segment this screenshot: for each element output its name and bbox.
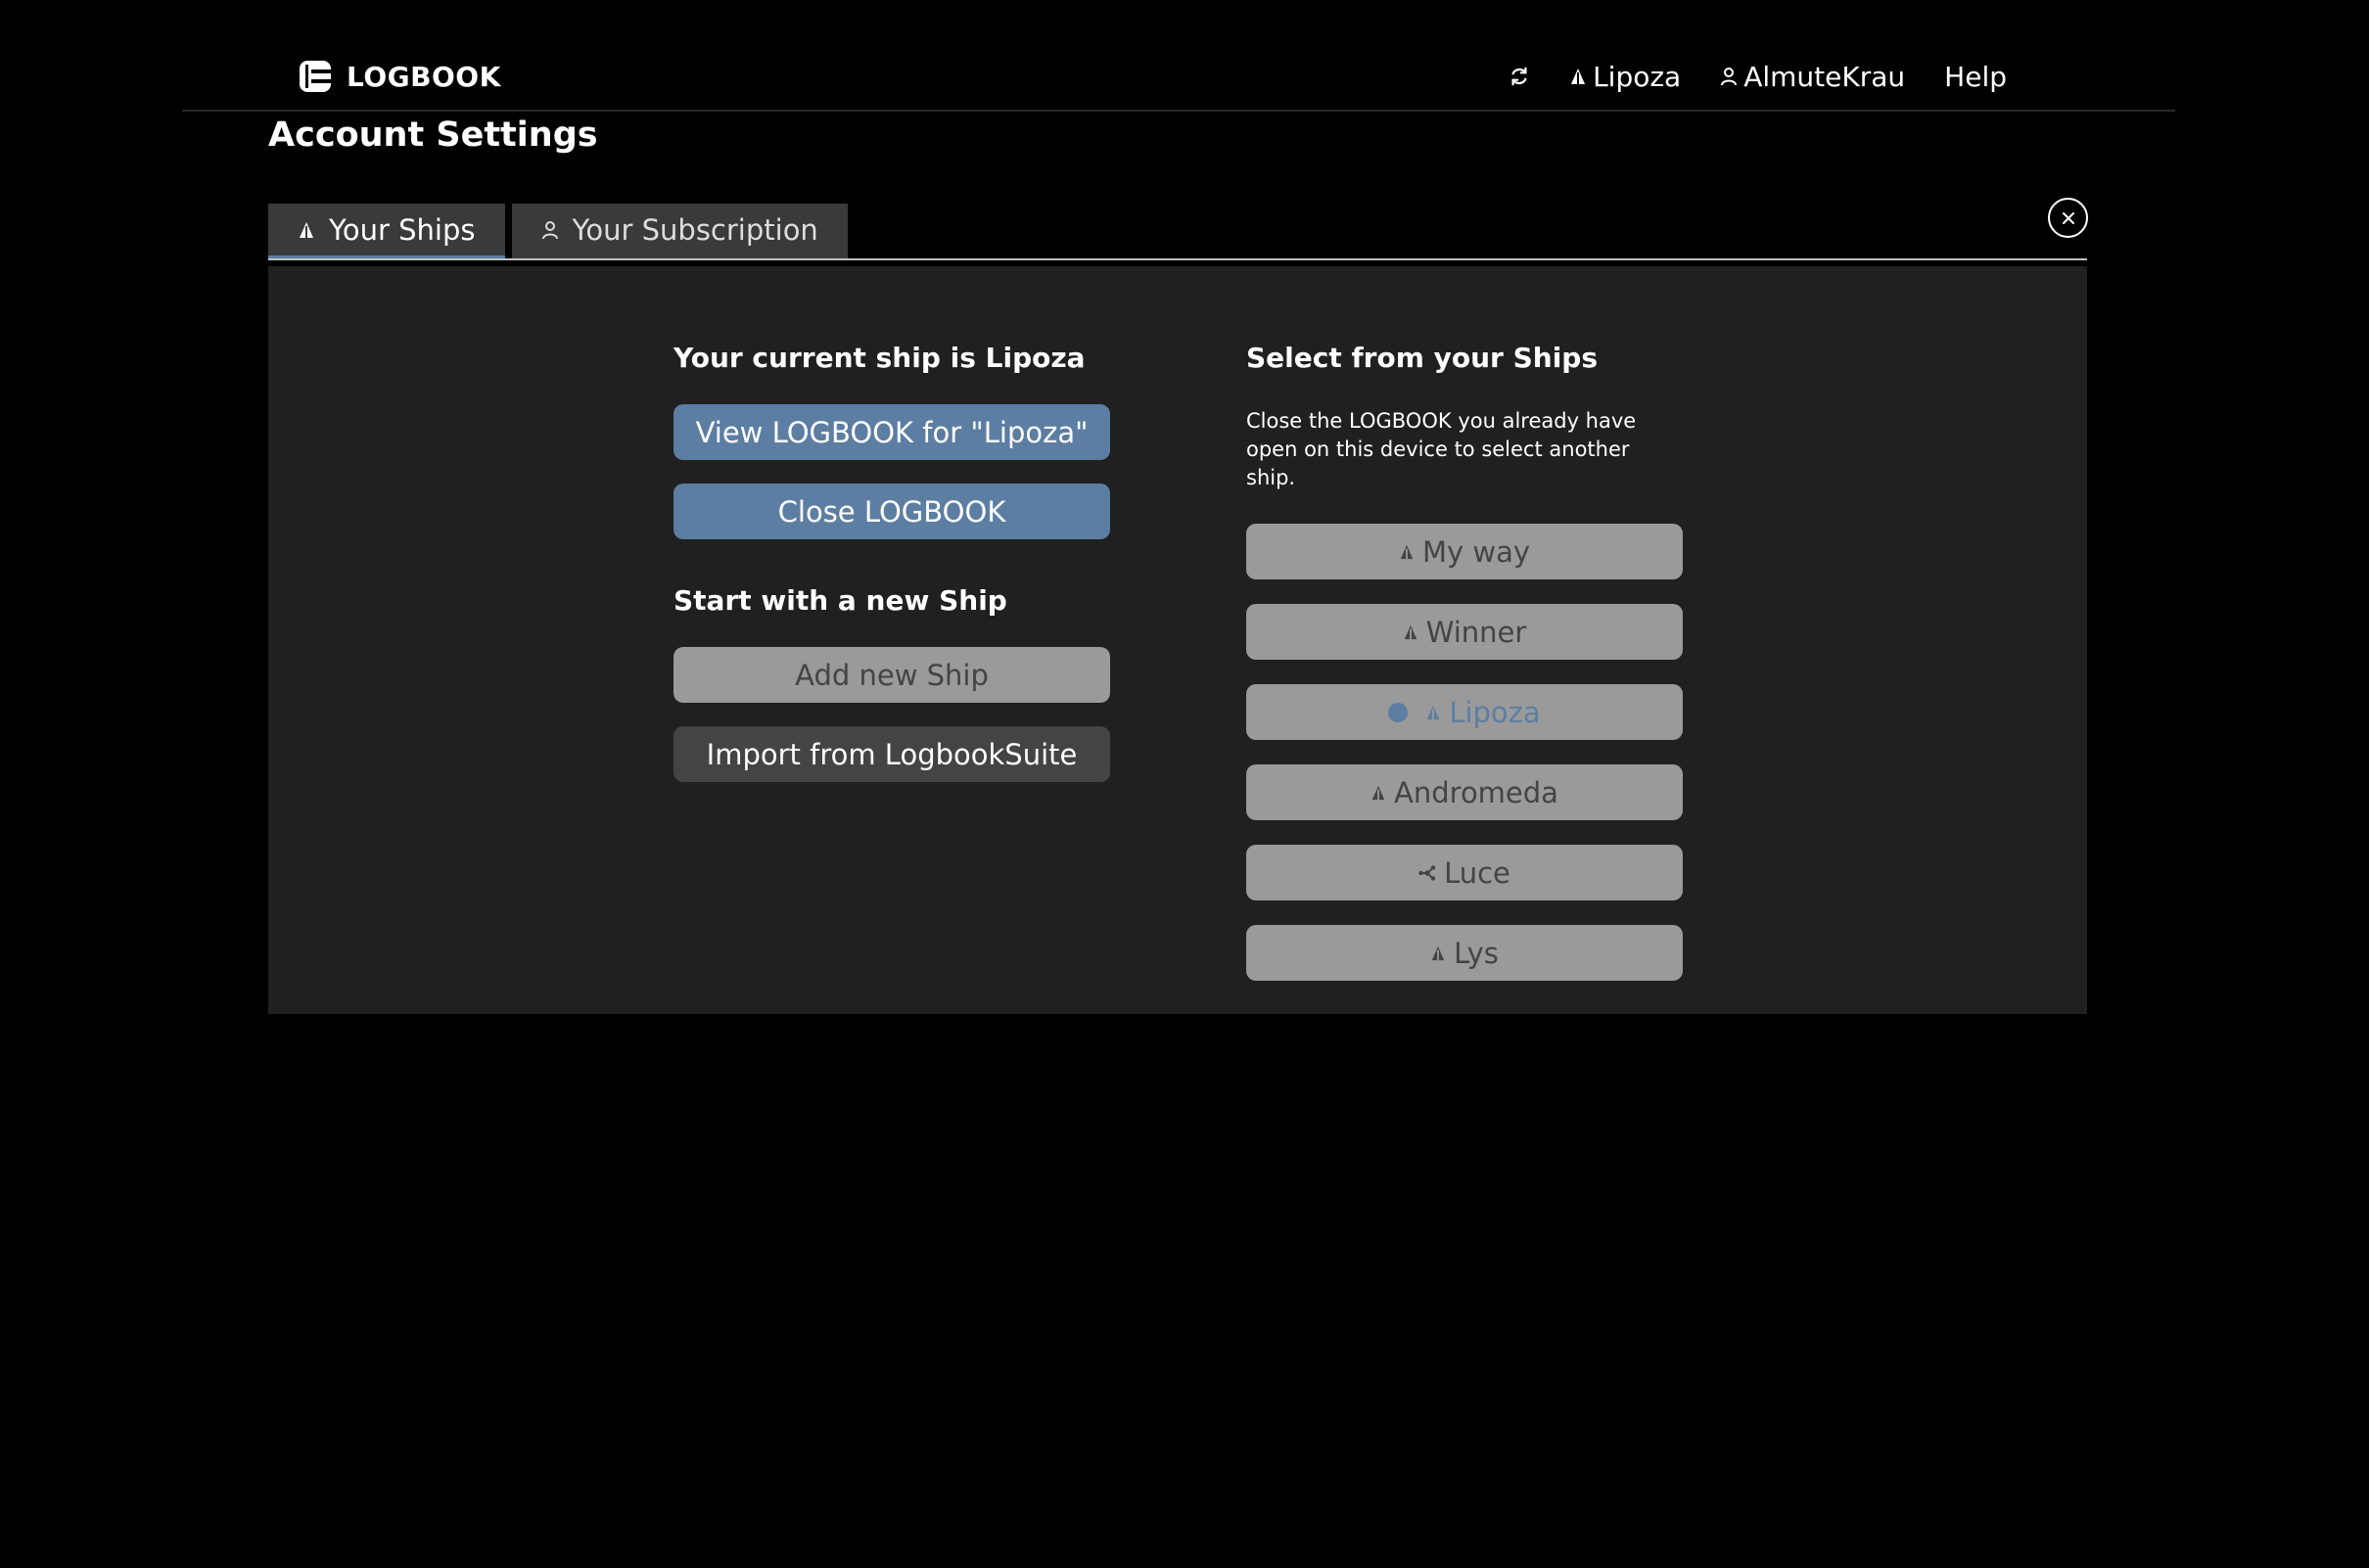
current-ship-label: Lipoza (1593, 60, 1682, 93)
sail-icon (1370, 784, 1386, 802)
sail-icon (1430, 945, 1446, 962)
view-logbook-button[interactable]: View LOGBOOK for "Lipoza" (674, 404, 1110, 460)
user-account-link[interactable]: AlmuteKrau (1720, 61, 1905, 93)
add-new-ship-button[interactable]: Add new Ship (674, 647, 1110, 703)
ship-name: Lipoza (1449, 695, 1541, 729)
tab-your-subscription[interactable]: Your Subscription (511, 204, 848, 260)
close-settings-button[interactable] (2048, 198, 2088, 238)
logbook-logo-icon (300, 61, 331, 92)
motorboat-icon (1418, 864, 1436, 882)
import-logbooksuite-button[interactable]: Import from LogbookSuite (674, 726, 1110, 782)
tab-your-ships[interactable]: Your Ships (268, 204, 505, 260)
close-icon (2061, 210, 2076, 226)
page-title: Account Settings (268, 115, 598, 155)
user-icon (1720, 67, 1738, 86)
sail-icon (1403, 623, 1418, 641)
tab-divider (268, 258, 2087, 260)
brand-name: LOGBOOK (347, 60, 501, 93)
current-ship-section: Your current ship is Lipoza View LOGBOOK… (674, 339, 1110, 782)
logbook-logo[interactable]: LOGBOOK (298, 59, 501, 94)
settings-tabs: Your Ships Your Subscription (268, 204, 848, 260)
ship-button-luce[interactable]: Luce (1246, 845, 1683, 900)
ship-name: Luce (1444, 855, 1510, 890)
select-ship-heading: Select from your Ships (1246, 342, 1599, 374)
sail-icon (1569, 67, 1587, 86)
ship-list: My way Winner Lipoza Andromeda Luce Lys (1246, 524, 1683, 981)
ship-button-andromeda[interactable]: Andromeda (1246, 764, 1683, 820)
sail-icon (1425, 704, 1441, 721)
help-link[interactable]: Help (1944, 61, 2007, 93)
ship-button-winner[interactable]: Winner (1246, 604, 1683, 660)
ship-button-lys[interactable]: Lys (1246, 925, 1683, 981)
current-ship-heading: Your current ship is Lipoza (674, 342, 1086, 374)
ship-select-section: Select from your Ships Close the LOGBOOK… (1246, 339, 1683, 981)
ship-button-my-way[interactable]: My way (1246, 524, 1683, 579)
current-ship-indicator (1388, 702, 1409, 722)
sail-icon (298, 220, 315, 240)
ship-name: My way (1421, 534, 1531, 569)
close-logbook-button[interactable]: Close LOGBOOK (674, 484, 1110, 539)
tab-label: Your Subscription (572, 212, 818, 247)
user-icon (541, 220, 559, 240)
new-ship-heading: Start with a new Ship (674, 584, 1007, 617)
top-navbar: LOGBOOK Lipoza AlmuteKrau Help (182, 49, 2175, 112)
help-label: Help (1944, 60, 2007, 93)
ships-panel: Your current ship is Lipoza View LOGBOOK… (268, 266, 2087, 1014)
header-nav: Lipoza AlmuteKrau Help (1509, 59, 2007, 94)
ship-name: Andromeda (1394, 775, 1558, 809)
select-ship-hint: Close the LOGBOOK you already have open … (1246, 409, 1637, 489)
ship-button-lipoza[interactable]: Lipoza (1246, 684, 1683, 740)
sail-icon (1399, 543, 1415, 561)
ship-name: Winner (1425, 615, 1527, 649)
sync-button[interactable] (1509, 66, 1530, 87)
sync-icon (1509, 66, 1530, 87)
username-label: AlmuteKrau (1743, 60, 1906, 93)
ship-name: Lys (1454, 936, 1499, 970)
tab-label: Your Ships (329, 212, 476, 247)
current-ship-link[interactable]: Lipoza (1569, 61, 1681, 93)
